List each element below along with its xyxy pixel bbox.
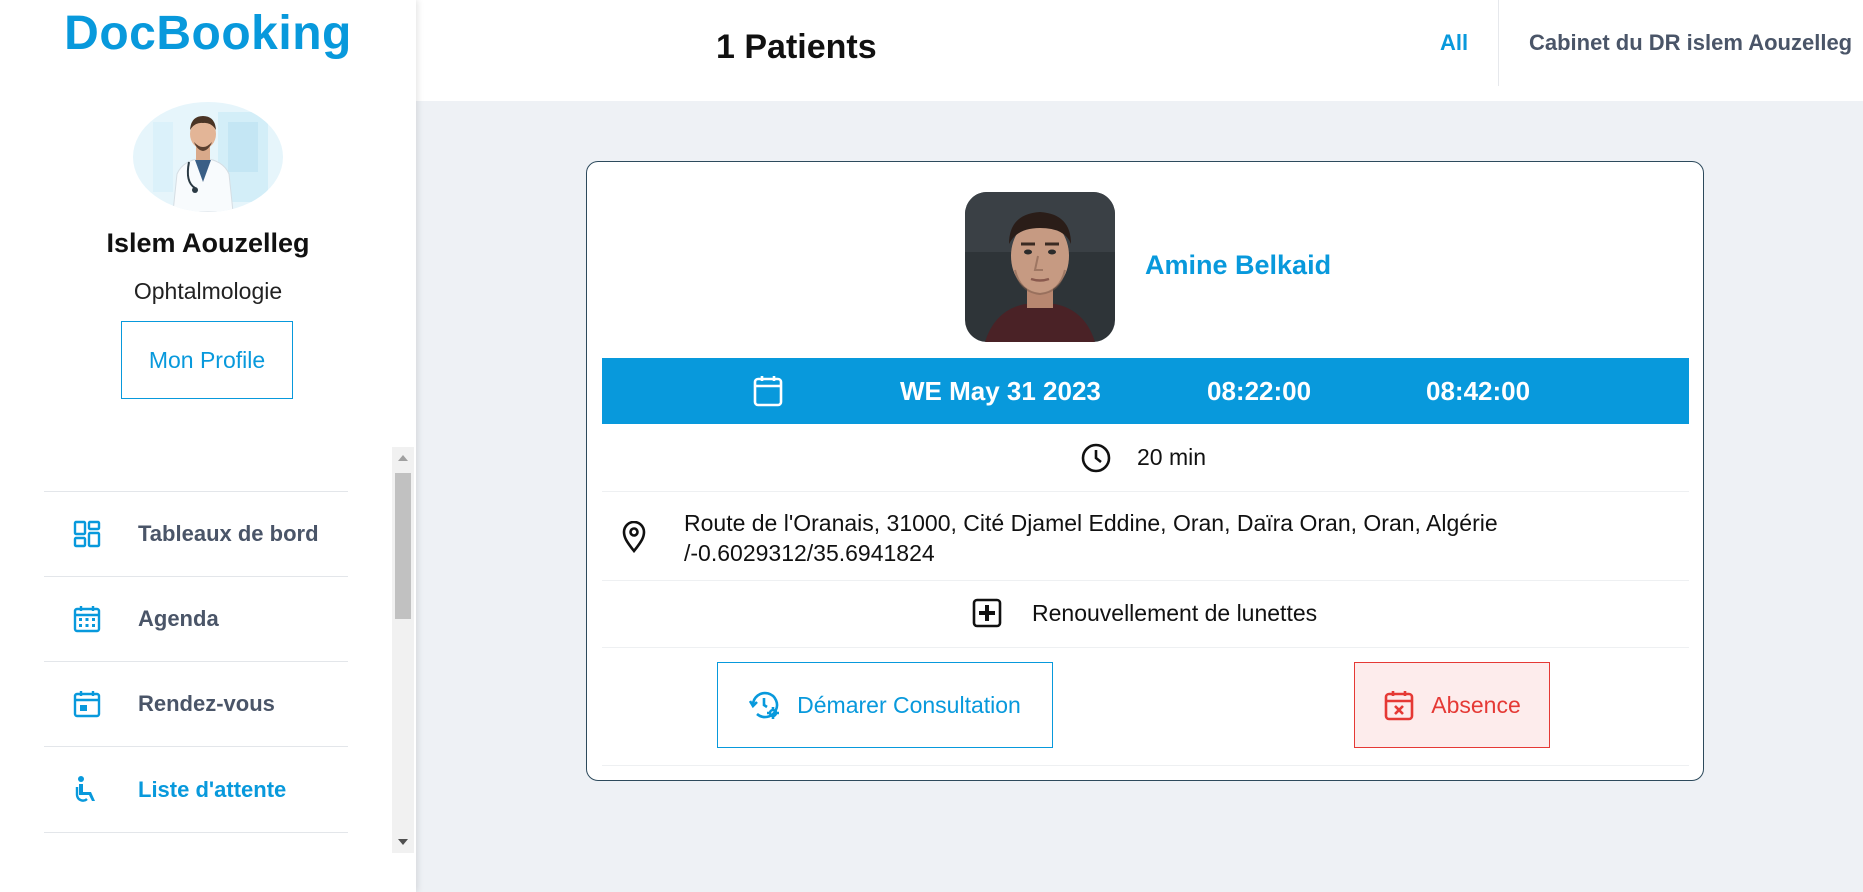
appointment-start-time: 08:22:00 bbox=[1207, 376, 1312, 406]
doctor-specialty: Ophtalmologie bbox=[133, 278, 283, 304]
absence-button[interactable]: Absence bbox=[1354, 662, 1550, 748]
reason-row: Renouvellement de lunettes bbox=[602, 580, 1689, 648]
sidebar-nav: Tableaux de bord Agenda Rendez-vous List… bbox=[44, 491, 348, 833]
doctor-avatar bbox=[133, 102, 283, 212]
consultation-reason: Renouvellement de lunettes bbox=[1032, 600, 1318, 626]
filter-all-tab[interactable]: All bbox=[1440, 30, 1468, 56]
sidebar-item-waiting-list[interactable]: Liste d'attente bbox=[44, 746, 348, 833]
location-pin-icon bbox=[622, 520, 646, 554]
start-consultation-button[interactable]: Démarer Consultation bbox=[717, 662, 1053, 748]
header-divider bbox=[1498, 0, 1499, 86]
start-consultation-label: Démarer Consultation bbox=[797, 691, 1021, 718]
history-settings-icon bbox=[749, 689, 781, 721]
appointment-end-time: 08:42:00 bbox=[1426, 376, 1531, 406]
sidebar: DocBooking Islem Aouzelleg Ophtalmologie… bbox=[0, 0, 416, 892]
appointment-date: WE May 31 2023 bbox=[900, 376, 1101, 406]
absence-label: Absence bbox=[1431, 691, 1521, 718]
brand-logo[interactable]: DocBooking bbox=[0, 6, 416, 61]
appointment-duration: 20 min bbox=[1137, 444, 1207, 470]
scroll-down-arrow-icon[interactable] bbox=[398, 839, 408, 845]
sidebar-item-appointments[interactable]: Rendez-vous bbox=[44, 661, 348, 746]
calendar-icon bbox=[752, 374, 784, 408]
duration-row: 20 min bbox=[602, 424, 1689, 492]
sidebar-item-label: Rendez-vous bbox=[138, 691, 275, 716]
sidebar-item-label: Liste d'attente bbox=[138, 776, 287, 802]
clinic-selector[interactable]: Cabinet du DR islem Aouzelleg bbox=[1529, 30, 1852, 56]
scrollbar-thumb[interactable] bbox=[395, 473, 411, 619]
doctor-name: Islem Aouzelleg bbox=[106, 228, 310, 258]
clock-icon bbox=[1080, 442, 1112, 474]
patient-address: Route de l'Oranais, 31000, Cité Djamel E… bbox=[684, 508, 1584, 568]
appointment-date-bar: WE May 31 2023 08:22:00 08:42:00 bbox=[602, 358, 1689, 424]
medical-plus-icon bbox=[972, 598, 1002, 628]
patient-name[interactable]: Amine Belkaid bbox=[1145, 250, 1331, 281]
appointment-card: Amine Belkaid WE May 31 2023 08:22:00 08… bbox=[586, 161, 1704, 781]
top-header: 1 Patients All Cabinet du DR islem Aouze… bbox=[416, 0, 1863, 101]
page-title: 1 Patients bbox=[716, 28, 877, 66]
sidebar-scrollbar[interactable] bbox=[392, 447, 414, 853]
calendar-grid-icon bbox=[72, 604, 102, 634]
address-line-2: /-0.6029312/35.6941824 bbox=[684, 540, 935, 566]
address-row: Route de l'Oranais, 31000, Cité Djamel E… bbox=[602, 491, 1689, 581]
wheelchair-icon bbox=[72, 775, 102, 805]
sidebar-item-dashboard[interactable]: Tableaux de bord bbox=[44, 491, 348, 576]
sidebar-item-agenda[interactable]: Agenda bbox=[44, 576, 348, 661]
sidebar-item-label: Tableaux de bord bbox=[138, 521, 319, 546]
calendar-cancel-icon bbox=[1383, 689, 1415, 721]
patient-photo bbox=[965, 192, 1115, 342]
dashboard-icon bbox=[72, 519, 102, 549]
my-profile-button[interactable]: Mon Profile bbox=[121, 321, 293, 399]
sidebar-item-label: Agenda bbox=[138, 606, 219, 631]
calendar-event-icon bbox=[72, 689, 102, 719]
address-line-1: Route de l'Oranais, 31000, Cité Djamel E… bbox=[684, 510, 1498, 536]
scroll-up-arrow-icon[interactable] bbox=[398, 455, 408, 461]
